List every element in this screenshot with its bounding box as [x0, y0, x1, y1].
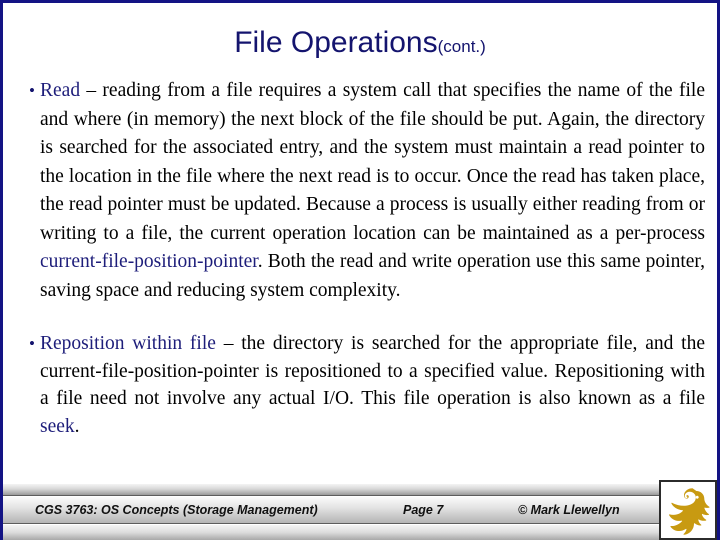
keyword-read: Read [40, 80, 81, 101]
keyword-reposition-within-file: Reposition within file [40, 333, 216, 354]
page-title-suffix: (cont.) [437, 37, 486, 56]
bullet-reposition-body-2: . [74, 415, 80, 437]
pegasus-icon [669, 488, 710, 535]
footer-text-row: CGS 3763: OS Concepts (Storage Managemen… [3, 496, 717, 524]
page-title: File Operations(cont.) [3, 27, 717, 59]
footer-copyright: © Mark Llewellyn [518, 503, 620, 517]
keyword-current-file-position-pointer: current-file-position-pointer [40, 251, 258, 272]
page-title-main: File Operations [234, 26, 438, 59]
bullet-marker-icon: • [29, 81, 35, 100]
keyword-seek: seek [40, 415, 75, 437]
footer-bar-top [3, 483, 717, 496]
bullet-text-reposition: Reposition within file – the directory i… [40, 330, 705, 440]
ucf-pegasus-logo [659, 480, 717, 540]
footer-course-label: CGS 3763: OS Concepts (Storage Managemen… [35, 503, 318, 517]
slide-footer: CGS 3763: OS Concepts (Storage Managemen… [3, 480, 717, 540]
bullet-marker-icon: • [29, 334, 35, 353]
footer-bar-bottom [3, 524, 717, 540]
slide-body: • Read – reading from a file requires a … [23, 77, 705, 440]
bullet-text-read: Read – reading from a file requires a sy… [40, 77, 705, 305]
bullet-read-body-1: – reading from a file requires a system … [40, 80, 705, 244]
bullet-item-read: • Read – reading from a file requires a … [23, 77, 705, 305]
bullet-item-reposition: • Reposition within file – the directory… [23, 330, 705, 440]
footer-page-number: Page 7 [403, 503, 444, 517]
slide: File Operations(cont.) • Read – reading … [0, 0, 720, 540]
